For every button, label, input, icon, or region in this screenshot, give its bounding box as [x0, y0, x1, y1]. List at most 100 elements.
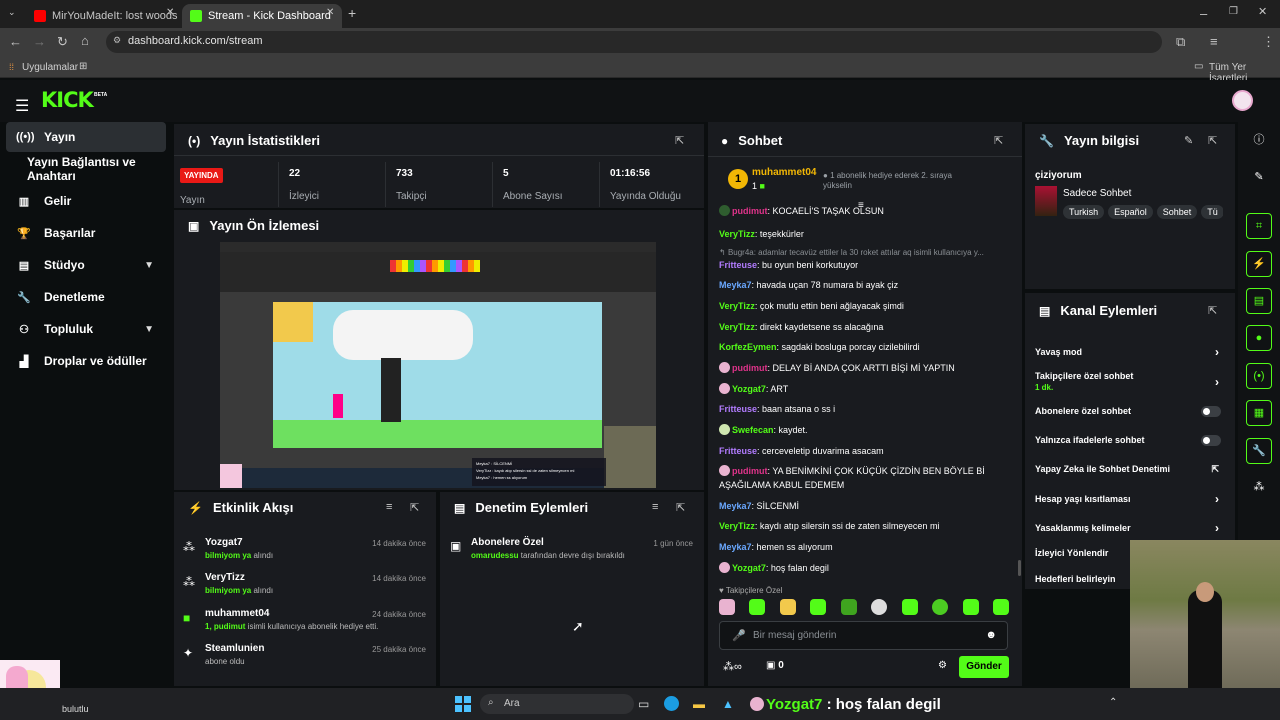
info-icon[interactable]: ⓘ: [1246, 128, 1272, 154]
new-tab-icon[interactable]: +: [348, 6, 356, 20]
tag-chip[interactable]: Tü: [1201, 205, 1223, 219]
chat-username[interactable]: Meyka7: [719, 280, 752, 290]
kick-logo[interactable]: KICK: [41, 88, 94, 112]
popout-icon[interactable]: ⇱: [1208, 304, 1217, 317]
emote-icon[interactable]: [749, 599, 766, 615]
task-view-icon[interactable]: ▭: [638, 697, 649, 711]
community-icon[interactable]: ⁂: [1246, 475, 1272, 501]
sidebar-item-drops[interactable]: ▟ Droplar ve ödüller: [6, 346, 166, 376]
sidebar-item-achievements[interactable]: 🏆 Başarılar: [6, 218, 166, 248]
emoji-icon[interactable]: ☻: [985, 629, 997, 641]
popout-icon[interactable]: ⇱: [676, 501, 685, 514]
emote-icon[interactable]: [871, 599, 888, 615]
tab-groups-icon[interactable]: ⊞: [79, 61, 87, 72]
lightning-icon[interactable]: ⚡: [1246, 251, 1272, 277]
subscriber-only-toggle[interactable]: [1201, 406, 1221, 417]
emote-icon[interactable]: [810, 599, 827, 615]
chat-username[interactable]: Swefecan: [732, 425, 774, 435]
chat-username[interactable]: Yozgat7: [732, 384, 766, 394]
popout-icon[interactable]: ⇱: [410, 501, 419, 514]
chat-username[interactable]: Meyka7: [719, 542, 752, 552]
sidebar-item-stream[interactable]: ((•)) Yayın: [6, 122, 166, 152]
tag-chip[interactable]: Sohbet: [1156, 205, 1198, 219]
emote-icon[interactable]: [719, 599, 735, 615]
minimize-icon[interactable]: –: [1200, 7, 1207, 20]
points-icon[interactable]: ⁂∞: [723, 660, 742, 673]
edit-pencil-icon[interactable]: ✎: [1246, 165, 1272, 191]
sidebar-item-revenue[interactable]: ▥ Gelir: [6, 186, 166, 216]
slow-mode-row[interactable]: Yavaş mod ›: [1035, 345, 1225, 359]
chat-username[interactable]: Fritteuse: [719, 404, 757, 414]
stream-preview-video[interactable]: Meyka7 : SİLCENMİ VeryTizz : kaydı atıp …: [220, 242, 656, 488]
close-tab-icon[interactable]: ✕: [166, 8, 174, 18]
category-name[interactable]: Sadece Sohbet: [1063, 188, 1131, 199]
hamburger-menu-icon[interactable]: ☰: [15, 96, 29, 116]
chat-username[interactable]: pudimut: [732, 363, 768, 373]
tag-chip[interactable]: Español: [1108, 205, 1153, 219]
emote-icon[interactable]: [932, 599, 949, 615]
sidebar-item-stream-key[interactable]: Yayın Bağlantısı ve Anahtarı: [6, 154, 166, 184]
emote-icon[interactable]: [779, 599, 796, 615]
forward-icon[interactable]: →: [33, 35, 46, 48]
bookmark-apps[interactable]: Uygulamalar: [22, 62, 78, 73]
tab-list-icon[interactable]: ⌄: [8, 8, 16, 17]
browser-tab-kick[interactable]: Stream - Kick Dashboard: [182, 4, 342, 28]
chat-username[interactable]: VeryTizz: [719, 322, 755, 332]
close-tab-icon[interactable]: ✕: [326, 8, 334, 18]
tag-chip[interactable]: Turkish: [1063, 205, 1105, 219]
clip-icon[interactable]: ⌗: [1246, 213, 1272, 239]
extensions-icon[interactable]: ⧉: [1176, 35, 1185, 48]
browser-tab-youtube[interactable]: MirYouMadeIt: lost woods | 🔊: [26, 4, 178, 28]
edit-pencil-icon[interactable]: ✎: [1184, 134, 1193, 147]
gift-count[interactable]: ▣ 0: [766, 660, 784, 671]
popout-icon[interactable]: ⇱: [994, 134, 1003, 147]
chat-username[interactable]: KorfezEymen: [719, 342, 777, 352]
document-icon[interactable]: ▤: [1246, 288, 1272, 314]
send-button[interactable]: Gönder: [959, 656, 1009, 678]
banned-words-row[interactable]: Yasaklanmış kelimeler ›: [1035, 521, 1225, 535]
follower-only-row[interactable]: Takipçilere özel sohbet 1 dk. ›: [1035, 371, 1225, 392]
chat-scrollbar[interactable]: [1018, 560, 1021, 576]
leaderboard-user[interactable]: muhammet04: [752, 167, 816, 178]
account-age-row[interactable]: Hesap yaşı kısıtlaması ›: [1035, 492, 1225, 506]
chat-username[interactable]: Fritteuse: [719, 446, 757, 456]
chat-username[interactable]: Bugr4a: [728, 248, 754, 257]
chat-username[interactable]: VeryTizz: [719, 521, 755, 531]
emote-icon[interactable]: [962, 599, 979, 615]
popout-icon[interactable]: ⇱: [1208, 134, 1217, 147]
sidebar-item-community[interactable]: ⚇ Topluluk ▼: [6, 314, 166, 344]
sidebar-item-moderation[interactable]: 🔧 Denetleme: [6, 282, 166, 312]
file-explorer-icon[interactable]: ▬: [693, 697, 705, 711]
emote-icon[interactable]: [840, 599, 857, 615]
broadcast-icon[interactable]: (•): [1246, 363, 1272, 389]
filter-icon[interactable]: ≡: [652, 501, 658, 513]
emote-icon[interactable]: [901, 599, 918, 615]
taskbar-search[interactable]: ⌕ Ara: [480, 694, 634, 714]
chat-username[interactable]: Fritteuse: [719, 260, 757, 270]
chat-username[interactable]: Yozgat7: [732, 563, 766, 573]
edge-icon[interactable]: [664, 696, 679, 711]
moderation-list-icon[interactable]: ▦: [1246, 400, 1272, 426]
filter-icon[interactable]: ≡: [386, 501, 392, 513]
store-icon[interactable]: ▲: [722, 697, 734, 711]
chat-username[interactable]: Meyka7: [719, 501, 752, 511]
sidebar-item-studio[interactable]: ▤ Stüdyo ▼: [6, 250, 166, 280]
close-window-icon[interactable]: ✕: [1258, 7, 1267, 18]
chat-username[interactable]: VeryTizz: [719, 229, 755, 239]
home-icon[interactable]: ⌂: [81, 34, 89, 47]
chat-username[interactable]: VeryTizz: [719, 301, 755, 311]
chat-input[interactable]: 🎤 Bir mesaj gönderin ☻: [719, 621, 1008, 650]
emote-icon[interactable]: [992, 599, 1009, 615]
back-icon[interactable]: ←: [9, 35, 22, 48]
chevron-up-icon[interactable]: ⌃: [1109, 697, 1117, 708]
wrench-icon[interactable]: 🔧: [1246, 438, 1272, 464]
microphone-icon[interactable]: 🎤: [732, 629, 746, 642]
site-info-icon[interactable]: ⚙: [113, 35, 121, 46]
reading-list-icon[interactable]: ≡: [1210, 35, 1218, 48]
reload-icon[interactable]: ↻: [57, 35, 68, 48]
emote-only-toggle[interactable]: [1201, 435, 1221, 446]
user-avatar[interactable]: [1232, 90, 1253, 111]
popout-icon[interactable]: ⇱: [675, 134, 684, 147]
settings-gear-icon[interactable]: ⚙: [938, 660, 947, 671]
maximize-icon[interactable]: ❐: [1229, 7, 1238, 17]
